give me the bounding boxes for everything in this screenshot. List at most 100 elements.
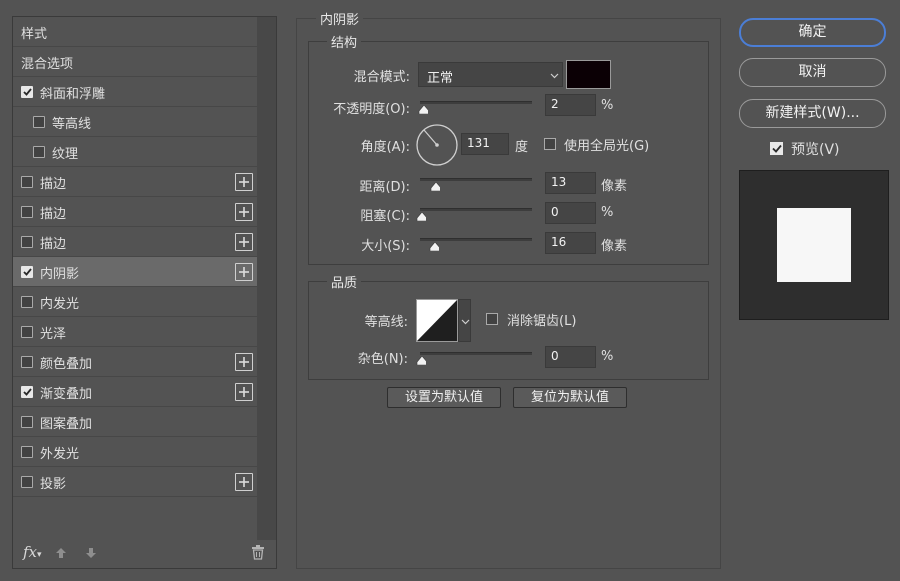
- make-default-button[interactable]: 设置为默认值: [387, 387, 501, 408]
- style-item[interactable]: 描边: [13, 167, 257, 197]
- checkmark-icon: [771, 144, 782, 153]
- size-slider-track[interactable]: [420, 238, 532, 241]
- shadow-color-swatch[interactable]: [566, 60, 611, 89]
- style-item[interactable]: 描边: [13, 197, 257, 227]
- style-item-checkbox[interactable]: [21, 236, 33, 248]
- angle-unit: 度: [515, 140, 529, 155]
- opacity-slider-track[interactable]: [420, 101, 532, 104]
- checkmark-icon: [22, 88, 32, 96]
- style-item[interactable]: 外发光: [13, 437, 257, 467]
- reset-default-button[interactable]: 复位为默认值: [513, 387, 627, 408]
- anti-alias-checkbox[interactable]: [486, 313, 498, 325]
- add-effect-button[interactable]: [235, 173, 253, 191]
- plus-icon: [239, 177, 249, 187]
- structure-title: 结构: [327, 32, 362, 51]
- move-down-icon[interactable]: [85, 547, 97, 559]
- size-unit: 像素: [601, 239, 628, 254]
- add-effect-button[interactable]: [235, 233, 253, 251]
- contour-preview[interactable]: [416, 299, 458, 342]
- style-item-checkbox[interactable]: [21, 266, 33, 278]
- opacity-slider-thumb[interactable]: [418, 105, 428, 114]
- plus-icon: [239, 207, 249, 217]
- new-style-button[interactable]: 新建样式(W)...: [739, 99, 886, 128]
- style-item-checkbox[interactable]: [21, 86, 33, 98]
- styles-header[interactable]: 样式: [13, 17, 257, 47]
- opacity-unit: %: [601, 98, 614, 113]
- add-effect-button[interactable]: [235, 263, 253, 281]
- preview-thumbnail: [739, 170, 889, 320]
- preview-label: 预览(V): [791, 142, 840, 158]
- style-item-label: 斜面和浮雕: [40, 87, 106, 102]
- choke-unit: %: [601, 205, 614, 220]
- plus-icon: [239, 267, 249, 277]
- plus-icon: [239, 387, 249, 397]
- blend-options-item[interactable]: 混合选项: [13, 47, 257, 77]
- style-item[interactable]: 内阴影: [13, 257, 257, 287]
- style-item-checkbox[interactable]: [33, 116, 45, 128]
- style-item[interactable]: 光泽: [13, 317, 257, 347]
- style-item-checkbox[interactable]: [33, 146, 45, 158]
- angle-dial[interactable]: [415, 123, 459, 167]
- trash-icon[interactable]: [251, 545, 265, 560]
- style-item-label: 纹理: [52, 147, 79, 162]
- cancel-button[interactable]: 取消: [739, 58, 886, 87]
- style-item-checkbox[interactable]: [21, 476, 33, 488]
- style-item[interactable]: 颜色叠加: [13, 347, 257, 377]
- style-item[interactable]: 图案叠加: [13, 407, 257, 437]
- style-item[interactable]: 内发光: [13, 287, 257, 317]
- preview-swatch: [777, 208, 851, 282]
- style-item[interactable]: 等高线: [13, 107, 257, 137]
- global-light-checkbox[interactable]: [544, 138, 556, 150]
- style-item-checkbox[interactable]: [21, 176, 33, 188]
- list-scrollbar[interactable]: [257, 17, 276, 540]
- choke-label: 阻塞(C):: [360, 209, 410, 224]
- noise-slider-thumb[interactable]: [416, 356, 426, 365]
- style-item-checkbox[interactable]: [21, 446, 33, 458]
- ok-button[interactable]: 确定: [739, 18, 886, 47]
- size-slider-thumb[interactable]: [429, 242, 439, 251]
- choke-slider-track[interactable]: [420, 208, 532, 211]
- contour-dropdown[interactable]: [458, 299, 471, 342]
- distance-slider-track[interactable]: [420, 178, 532, 181]
- style-item-checkbox[interactable]: [21, 326, 33, 338]
- choke-input[interactable]: 0: [545, 202, 596, 224]
- style-item-label: 图案叠加: [40, 417, 93, 432]
- style-item-checkbox[interactable]: [21, 296, 33, 308]
- noise-input[interactable]: 0: [545, 346, 596, 368]
- style-item[interactable]: 纹理: [13, 137, 257, 167]
- add-effect-button[interactable]: [235, 473, 253, 491]
- style-item[interactable]: 渐变叠加: [13, 377, 257, 407]
- add-effect-button[interactable]: [235, 383, 253, 401]
- size-input[interactable]: 16: [545, 232, 596, 254]
- distance-input[interactable]: 13: [545, 172, 596, 194]
- add-effect-button[interactable]: [235, 353, 253, 371]
- plus-icon: [239, 477, 249, 487]
- style-item-checkbox[interactable]: [21, 386, 33, 398]
- noise-unit: %: [601, 349, 614, 364]
- preview-checkbox[interactable]: [770, 142, 783, 155]
- add-effect-button[interactable]: [235, 203, 253, 221]
- contour-label: 等高线:: [364, 315, 408, 330]
- style-item-checkbox[interactable]: [21, 206, 33, 218]
- fx-icon[interactable]: fx▾: [23, 543, 42, 561]
- blend-mode-select[interactable]: 正常: [418, 62, 563, 87]
- style-item-checkbox[interactable]: [21, 356, 33, 368]
- style-item[interactable]: 描边: [13, 227, 257, 257]
- style-item-label: 颜色叠加: [40, 357, 93, 372]
- choke-slider-thumb[interactable]: [416, 212, 426, 221]
- style-item[interactable]: 投影: [13, 467, 257, 497]
- noise-slider-track[interactable]: [420, 352, 532, 355]
- chevron-down-icon: [550, 73, 559, 79]
- opacity-input[interactable]: 2: [545, 94, 596, 116]
- style-item[interactable]: 斜面和浮雕: [13, 77, 257, 107]
- angle-input[interactable]: 131: [461, 133, 509, 155]
- global-light-label: 使用全局光(G): [564, 139, 650, 154]
- distance-unit: 像素: [601, 179, 628, 194]
- distance-slider-thumb[interactable]: [430, 182, 440, 191]
- distance-label: 距离(D):: [359, 180, 410, 195]
- move-up-icon[interactable]: [55, 547, 67, 559]
- fx-label: fx: [23, 543, 38, 561]
- style-item-checkbox[interactable]: [21, 416, 33, 428]
- checkmark-icon: [22, 268, 32, 276]
- opacity-label: 不透明度(O):: [333, 102, 410, 117]
